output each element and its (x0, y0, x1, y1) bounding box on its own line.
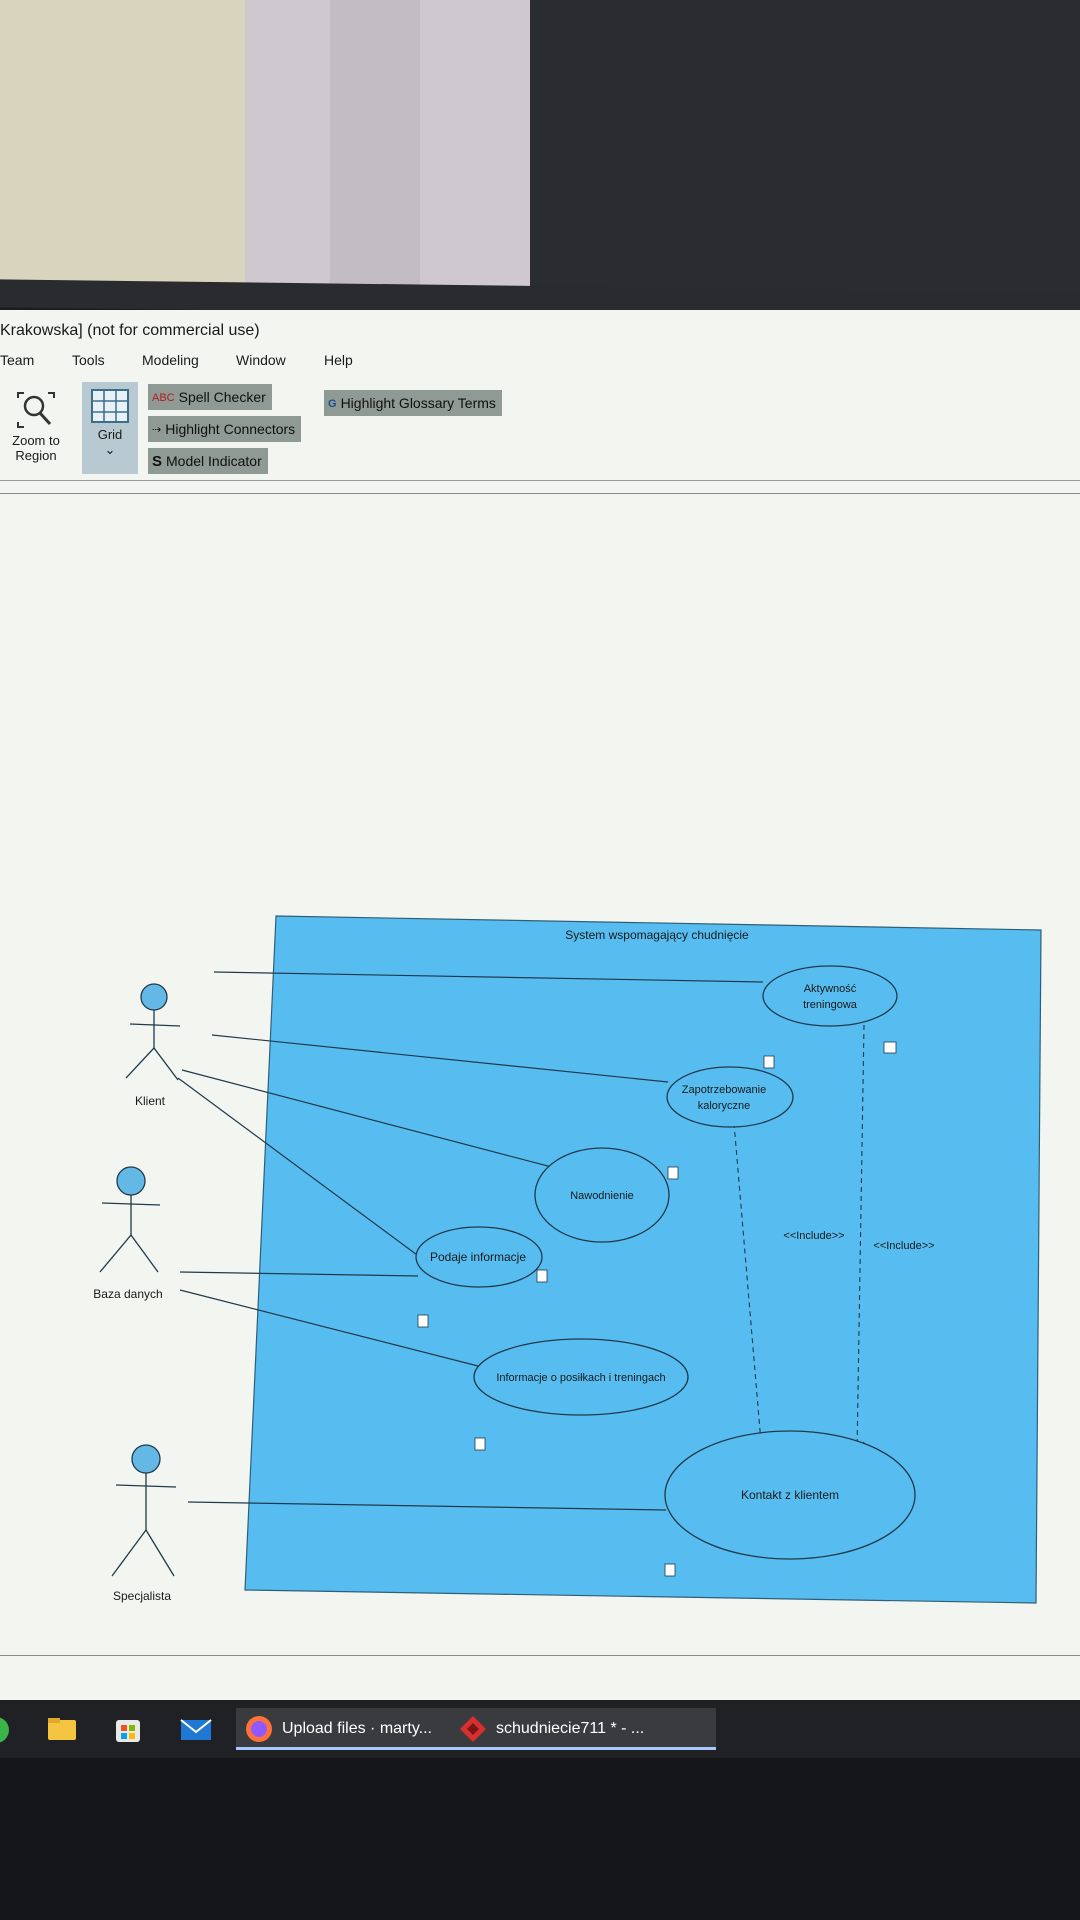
file-explorer-icon[interactable] (44, 1708, 80, 1752)
use-case-aktywnosc[interactable] (762, 965, 898, 1027)
use-case-informacje-label: Informacje o posiłkach i treningach (496, 1372, 665, 1384)
use-case-zapotrzebowanie-line2: kaloryczne (698, 1100, 751, 1112)
monitor-bottom-bezel (0, 1758, 1080, 1920)
menu-modeling[interactable]: Modeling (142, 352, 199, 368)
highlight-glossary-label: Highlight Glossary Terms (340, 395, 496, 411)
background-dark-area (530, 0, 1080, 310)
spell-checker-label: Spell Checker (178, 389, 266, 405)
system-title: System wspomagający chudnięcie (565, 928, 749, 942)
spell-checker-button[interactable]: ABC Spell Checker (148, 384, 272, 410)
use-case-nawodnienie-label: Nawodnienie (570, 1190, 634, 1202)
actor-specjalista-label: Specjalista (113, 1589, 171, 1603)
use-case-aktywnosc-line2: treningowa (803, 999, 858, 1011)
chevron-down-icon: ⌄ (104, 442, 116, 457)
grid-icon (91, 389, 129, 423)
note-icon[interactable] (417, 1314, 429, 1328)
use-case-kontakt-label: Kontakt z klientem (741, 1488, 839, 1502)
note-icon[interactable] (474, 1437, 486, 1451)
active-indicator (450, 1747, 716, 1750)
actor-klient[interactable] (125, 983, 181, 1081)
firefox-icon (246, 1716, 272, 1742)
note-icon[interactable] (667, 1166, 679, 1180)
spell-check-icon: ABC (152, 392, 175, 405)
grid-button[interactable]: Grid ⌄ (82, 382, 138, 474)
grid-label: Grid (97, 427, 123, 442)
system-boundary[interactable] (244, 915, 1042, 1604)
visual-paradigm-icon (460, 1716, 486, 1742)
menu-team[interactable]: Team (0, 352, 34, 368)
diagram-canvas[interactable]: System wspomagający chudnięcie <<Include… (0, 530, 1080, 1670)
chrome-icon[interactable] (0, 1708, 16, 1752)
actor-baza-danych[interactable] (99, 1166, 161, 1273)
actor-baza-danych-label: Baza danych (93, 1287, 162, 1301)
actor-specjalista[interactable] (111, 1444, 177, 1577)
highlight-connectors-button[interactable]: ⇢ Highlight Connectors (148, 416, 302, 442)
monitor-screen: Krakowska] (not for commercial use) Team… (0, 310, 1080, 1730)
note-icon[interactable] (763, 1055, 775, 1069)
menu-tools[interactable]: Tools (72, 352, 105, 368)
menu-bar: Team Tools Modeling Window Help (0, 352, 1080, 378)
taskbar-app-label: schudniecie711 * - ... (496, 1720, 645, 1737)
zoom-region-icon (17, 392, 55, 428)
use-case-zapotrzebowanie-line1: Zapotrzebowanie (682, 1084, 766, 1096)
use-case-aktywnosc-line1: Aktywność (804, 983, 857, 995)
background-door-frame (330, 0, 420, 300)
include-label-2: <<Include>> (873, 1240, 934, 1252)
model-indicator-icon: S (152, 453, 163, 471)
toolbar-divider (0, 493, 1080, 494)
mail-icon[interactable] (178, 1708, 214, 1752)
use-case-podaje-label: Podaje informacje (430, 1250, 526, 1264)
highlight-connectors-label: Highlight Connectors (165, 421, 296, 437)
menu-window[interactable]: Window (236, 352, 286, 368)
menu-help[interactable]: Help (324, 352, 353, 368)
store-icon[interactable] (110, 1708, 146, 1752)
zoom-to-region-button[interactable]: Zoom to Region (6, 390, 66, 463)
toolbar: Zoom to Region Grid ⌄ ABC Spell Checker ⇢… (0, 380, 1080, 481)
window-title: Krakowska] (not for commercial use) (0, 322, 260, 339)
windows-taskbar: Upload files · marty... schudniecie711 *… (0, 1700, 1080, 1758)
zoom-label-2: Region (15, 448, 57, 463)
taskbar-firefox-label: Upload files · marty... (282, 1720, 432, 1737)
taskbar-visual-paradigm[interactable]: schudniecie711 * - ... (450, 1708, 716, 1750)
highlight-glossary-button[interactable]: G Highlight Glossary Terms (324, 390, 502, 416)
note-icon[interactable] (536, 1269, 548, 1283)
connector-icon: ⇢ (152, 424, 162, 437)
actor-klient-label: Klient (135, 1094, 166, 1108)
model-indicator-button[interactable]: S Model Indicator (148, 448, 268, 474)
glossary-icon: G (328, 398, 337, 411)
note-icon[interactable] (664, 1563, 676, 1577)
model-indicator-label: Model Indicator (166, 453, 262, 469)
use-case-diagram: System wspomagający chudnięcie <<Include… (93, 915, 1042, 1604)
include-label-1: <<Include>> (783, 1230, 844, 1242)
zoom-label-1: Zoom to (12, 433, 60, 448)
link-icon[interactable] (883, 1041, 897, 1054)
use-case-zapotrzebowanie[interactable] (666, 1066, 794, 1128)
